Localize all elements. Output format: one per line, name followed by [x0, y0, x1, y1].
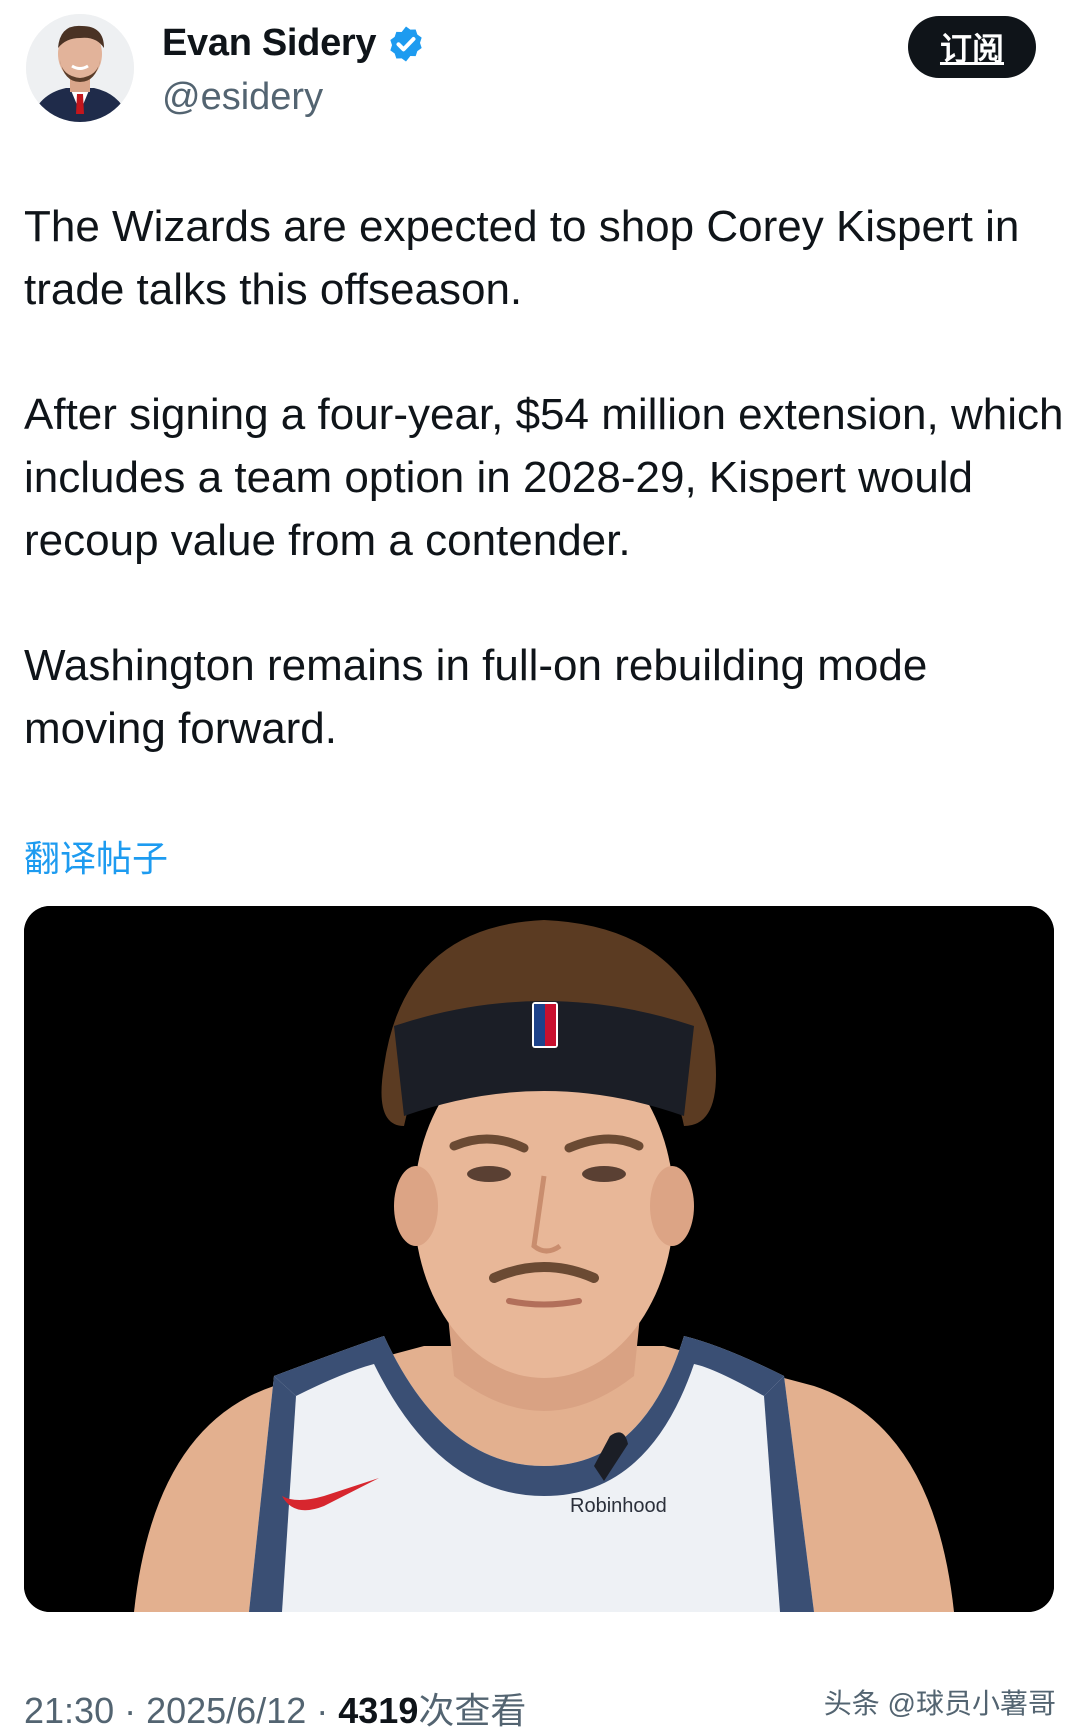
avatar-image: [26, 14, 134, 122]
subscribe-button[interactable]: 订阅: [908, 16, 1036, 78]
author-handle[interactable]: @esidery: [162, 76, 323, 119]
tweet-meta-footer: 21:30 · 2025/6/12 · 4319次查看 头条 @球员小薯哥: [24, 1682, 1056, 1734]
tweet-media-image[interactable]: Robinhood: [24, 906, 1054, 1612]
player-photo: Robinhood: [24, 906, 1054, 1612]
tweet-paragraph: Washington remains in full-on rebuilding…: [24, 641, 928, 753]
tweet-time[interactable]: 21:30: [24, 1690, 114, 1731]
watermark-text: 头条 @球员小薯哥: [823, 1688, 1056, 1719]
author-avatar[interactable]: [26, 14, 134, 122]
author-name-row: Evan Sidery: [162, 22, 426, 65]
tweet-paragraph: After signing a four-year, $54 million e…: [24, 390, 1064, 565]
views-label: 次查看: [418, 1690, 527, 1731]
views-count: 4319: [338, 1690, 419, 1731]
jersey-sponsor-text: Robinhood: [570, 1495, 667, 1517]
tweet-date[interactable]: 2025/6/12: [146, 1690, 306, 1731]
verified-badge-icon: [390, 26, 422, 61]
tweet-paragraph: The Wizards are expected to shop Corey K…: [24, 202, 1020, 314]
tweet-text: The Wizards are expected to shop Corey K…: [24, 195, 1064, 822]
author-display-name[interactable]: Evan Sidery: [162, 22, 377, 65]
meta-separator: ·: [114, 1690, 147, 1731]
translate-post-link[interactable]: 翻译帖子: [24, 830, 168, 882]
meta-separator: ·: [306, 1690, 339, 1731]
